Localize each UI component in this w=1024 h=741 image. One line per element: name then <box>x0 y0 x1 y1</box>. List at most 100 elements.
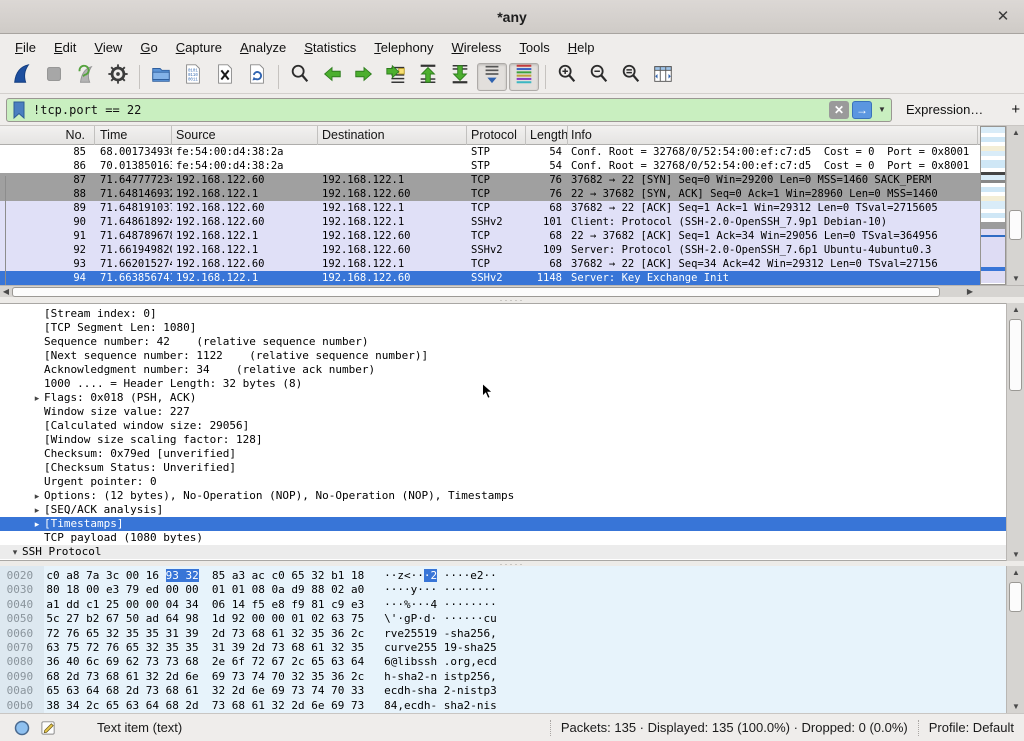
filter-bookmark-icon[interactable] <box>11 100 27 120</box>
menu-tools[interactable]: Tools <box>510 37 558 58</box>
detail-line[interactable]: [TCP Segment Len: 1080] <box>0 321 1006 335</box>
restart-capture-button[interactable] <box>71 63 101 91</box>
find-packet-button[interactable] <box>285 63 315 91</box>
intelligent-scrollbar-minimap[interactable] <box>980 126 1006 285</box>
packet-list-horizontal-scrollbar[interactable]: ◀ ▶ <box>0 285 976 297</box>
open-file-button[interactable] <box>146 63 176 91</box>
scroll-down-icon[interactable]: ▼ <box>1007 272 1024 285</box>
packet-row-93[interactable]: 9371.662015274192.168.122.60192.168.122.… <box>0 257 980 271</box>
expression-button[interactable]: Expression… <box>906 102 983 117</box>
collapsed-arrow-icon[interactable]: ▸ <box>30 504 44 518</box>
menu-telephony[interactable]: Telephony <box>365 37 442 58</box>
scrollbar-thumb[interactable] <box>1009 210 1022 240</box>
menu-edit[interactable]: Edit <box>45 37 85 58</box>
column-header-protocol[interactable]: Protocol <box>467 126 526 145</box>
detail-line[interactable]: ▸[Timestamps] <box>0 517 1006 531</box>
detail-line[interactable]: [Calculated window size: 29056] <box>0 419 1006 433</box>
scroll-down-icon[interactable]: ▼ <box>1007 548 1024 561</box>
packet-row-89[interactable]: 8971.648191037192.168.122.60192.168.122.… <box>0 201 980 215</box>
start-capture-button[interactable] <box>7 63 37 91</box>
hex-row-0080[interactable]: 0080 36 40 6c 69 62 73 73 68 2e 6f 72 67… <box>0 655 1006 669</box>
hex-row-00a0[interactable]: 00a0 65 63 64 68 2d 73 68 61 32 2d 6e 69… <box>0 684 1006 698</box>
status-profile[interactable]: Profile: Default <box>929 720 1014 735</box>
column-header-destination[interactable]: Destination <box>318 126 467 145</box>
detail-line[interactable]: ▸[SEQ/ACK analysis] <box>0 503 1006 517</box>
colorize-button[interactable] <box>509 63 539 91</box>
reload-file-button[interactable] <box>242 63 272 91</box>
scrollbar-thumb[interactable] <box>12 287 940 297</box>
scroll-up-icon[interactable]: ▲ <box>1007 566 1024 579</box>
go-to-bottom-button[interactable] <box>445 63 475 91</box>
collapsed-arrow-icon[interactable]: ▸ <box>30 490 44 504</box>
add-filter-button[interactable]: + <box>1003 101 1024 118</box>
packet-row-88[interactable]: 8871.648146932192.168.122.1192.168.122.6… <box>0 187 980 201</box>
detail-line[interactable]: [Stream index: 0] <box>0 307 1006 321</box>
expanded-arrow-icon[interactable]: ▾ <box>8 546 22 560</box>
close-icon[interactable]: ✕ <box>994 8 1012 26</box>
hex-row-00b0[interactable]: 00b0 38 34 2c 65 63 64 68 2d 73 68 61 32… <box>0 699 1006 713</box>
detail-line[interactable]: [Window size scaling factor: 128] <box>0 433 1006 447</box>
scroll-up-icon[interactable]: ▲ <box>1007 126 1024 139</box>
go-to-top-button[interactable] <box>413 63 443 91</box>
detail-line[interactable]: Acknowledgment number: 34 (relative ack … <box>0 363 1006 377</box>
detail-line[interactable]: [Next sequence number: 1122 (relative se… <box>0 349 1006 363</box>
zoom-out-button[interactable] <box>584 63 614 91</box>
packet-row-90[interactable]: 9071.648618924192.168.122.60192.168.122.… <box>0 215 980 229</box>
hex-row-0040[interactable]: 0040 a1 dd c1 25 00 00 04 34 06 14 f5 e8… <box>0 598 1006 612</box>
display-filter-input[interactable] <box>27 100 829 120</box>
resize-columns-button[interactable] <box>648 63 678 91</box>
detail-line[interactable]: 1000 .... = Header Length: 32 bytes (8) <box>0 377 1006 391</box>
display-filter-box[interactable]: ✕ → ▼ <box>6 98 892 122</box>
menu-file[interactable]: File <box>6 37 45 58</box>
hex-row-0020[interactable]: 0020 c0 a8 7a 3c 00 16 93 32 85 a3 ac c0… <box>0 569 1006 583</box>
hex-row-0060[interactable]: 0060 72 76 65 32 35 35 31 39 2d 73 68 61… <box>0 627 1006 641</box>
detail-line[interactable]: Window size value: 227 <box>0 405 1006 419</box>
details-vertical-scrollbar[interactable]: ▲ ▼ <box>1006 303 1024 561</box>
capture-comment-icon[interactable] <box>40 719 57 736</box>
hex-row-0090[interactable]: 0090 68 2d 73 68 61 32 2d 6e 69 73 74 70… <box>0 670 1006 684</box>
menu-go[interactable]: Go <box>131 37 166 58</box>
filter-clear-icon[interactable]: ✕ <box>829 101 849 119</box>
column-header-length[interactable]: Length <box>526 126 568 145</box>
packet-row-94[interactable]: 9471.663856741192.168.122.1192.168.122.6… <box>0 271 980 285</box>
menu-view[interactable]: View <box>85 37 131 58</box>
menu-capture[interactable]: Capture <box>167 37 231 58</box>
bytes-vertical-scrollbar[interactable]: ▲ ▼ <box>1006 566 1024 713</box>
packet-row-86[interactable]: 8670.013850163fe:54:00:d4:38:2aSTP54Conf… <box>0 159 980 173</box>
column-header-source[interactable]: Source <box>172 126 318 145</box>
filter-apply-icon[interactable]: → <box>852 101 872 119</box>
expert-info-icon[interactable] <box>14 720 30 736</box>
column-header-info[interactable]: Info <box>568 126 978 145</box>
scroll-up-icon[interactable]: ▲ <box>1007 303 1024 316</box>
menu-help[interactable]: Help <box>559 37 604 58</box>
collapsed-arrow-icon[interactable]: ▸ <box>30 518 44 532</box>
hex-row-0050[interactable]: 0050 5c 27 b2 67 50 ad 64 98 1d 92 00 00… <box>0 612 1006 626</box>
column-header-no[interactable]: No. <box>0 126 95 145</box>
capture-options-button[interactable] <box>103 63 133 91</box>
stop-capture-button[interactable] <box>39 63 69 91</box>
detail-line[interactable]: ▾SSH Protocol <box>0 545 1006 559</box>
detail-line[interactable]: ▸Options: (12 bytes), No-Operation (NOP)… <box>0 489 1006 503</box>
title-bar[interactable]: *any ✕ <box>0 0 1024 34</box>
detail-line[interactable]: [Checksum Status: Unverified] <box>0 461 1006 475</box>
scrollbar-thumb[interactable] <box>1009 319 1022 391</box>
filter-dropdown-caret-icon[interactable]: ▼ <box>875 101 889 119</box>
menu-analyze[interactable]: Analyze <box>231 37 295 58</box>
collapsed-arrow-icon[interactable]: ▸ <box>30 392 44 406</box>
menu-statistics[interactable]: Statistics <box>295 37 365 58</box>
scroll-down-icon[interactable]: ▼ <box>1007 700 1024 713</box>
scrollbar-thumb[interactable] <box>1009 582 1022 612</box>
menu-wireless[interactable]: Wireless <box>443 37 511 58</box>
packet-row-87[interactable]: 8771.647777234192.168.122.60192.168.122.… <box>0 173 980 187</box>
packet-row-92[interactable]: 9271.661949820192.168.122.1192.168.122.6… <box>0 243 980 257</box>
go-to-packet-button[interactable] <box>381 63 411 91</box>
packet-list-vertical-scrollbar[interactable]: ▲ ▼ <box>1006 126 1024 285</box>
detail-line[interactable]: Checksum: 0x79ed [unverified] <box>0 447 1006 461</box>
column-header-time[interactable]: Time <box>95 126 172 145</box>
auto-scroll-button[interactable] <box>477 63 507 91</box>
detail-line[interactable]: Sequence number: 42 (relative sequence n… <box>0 335 1006 349</box>
go-forward-button[interactable] <box>349 63 379 91</box>
detail-line[interactable]: Urgent pointer: 0 <box>0 475 1006 489</box>
go-back-button[interactable] <box>317 63 347 91</box>
save-file-button[interactable]: 010101100011 <box>178 63 208 91</box>
